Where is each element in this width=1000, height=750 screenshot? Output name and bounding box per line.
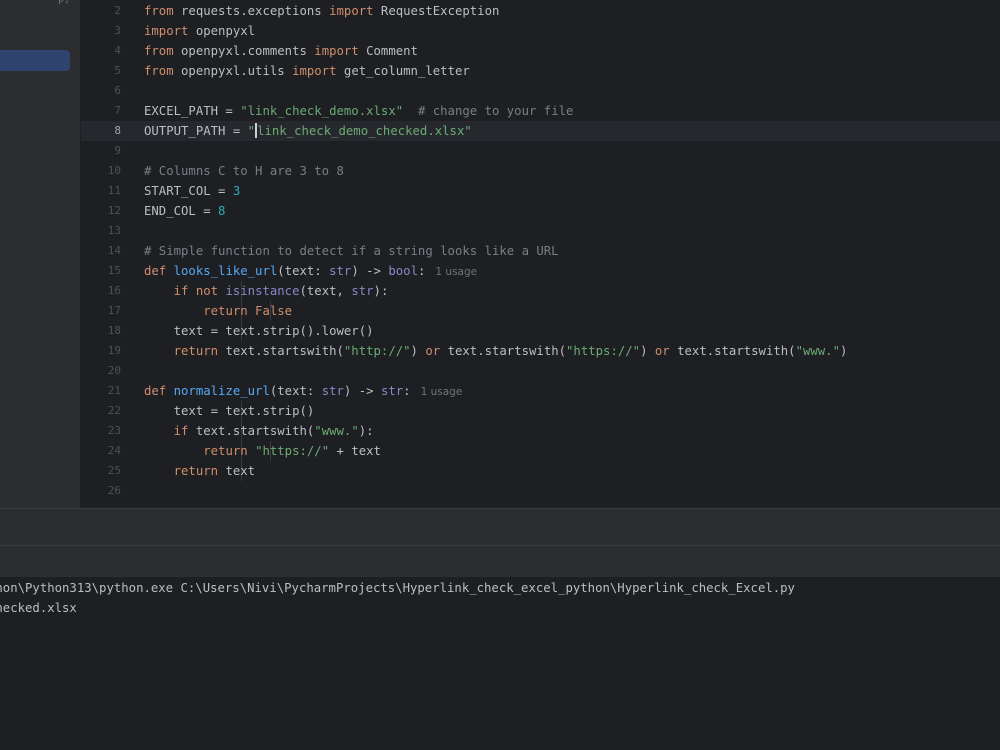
code-line[interactable]: 17 return False — [81, 301, 1000, 321]
code-line[interactable]: 15 def looks_like_url(text: str) -> bool… — [81, 261, 1000, 281]
line-number: 5 — [114, 64, 121, 77]
line-number: 3 — [114, 24, 121, 37]
code-line[interactable]: 22 text = text.strip() — [81, 401, 1000, 421]
code-line[interactable]: 20 — [81, 361, 1000, 381]
line-number: 15 — [107, 264, 121, 277]
code-line[interactable]: 25 return text — [81, 461, 1000, 481]
line-number: 10 — [107, 164, 121, 177]
line-number: 8 — [114, 124, 121, 137]
code-line[interactable]: 2 from requests.exceptions import Reques… — [81, 1, 1000, 21]
code-text: return text — [173, 464, 256, 478]
code-text: return False — [203, 304, 293, 318]
code-line[interactable]: 10 # Columns C to H are 3 to 8 — [81, 161, 1000, 181]
code-line[interactable]: 24 return "https://" + text — [81, 441, 1000, 461]
console-line: thon\Python313\python.exe C:\Users\Nivi\… — [0, 581, 795, 595]
line-number: 22 — [107, 404, 121, 417]
console-line: checked.xlsx — [0, 601, 77, 615]
code-text: OUTPUT_PATH = " link_check_demo_checked.x… — [144, 123, 472, 138]
code-editor[interactable]: 2 from requests.exceptions import Reques… — [81, 0, 1000, 508]
line-number: 14 — [107, 244, 121, 257]
code-text: from openpyxl.utils import get_column_le… — [144, 64, 470, 78]
code-text: from openpyxl.comments import Comment — [144, 44, 418, 58]
code-line[interactable]: 18 text = text.strip().lower() — [81, 321, 1000, 341]
code-text: return "https://" + text — [203, 444, 381, 458]
code-text: def normalize_url(text: str) -> str: 1 us… — [144, 384, 463, 398]
code-text: text = text.strip().lower() — [144, 324, 374, 338]
line-number: 25 — [107, 464, 121, 477]
line-number: 16 — [107, 284, 121, 297]
run-console[interactable]: thon\Python313\python.exe C:\Users\Nivi\… — [0, 577, 1000, 750]
line-number: 24 — [107, 444, 121, 457]
usage-hint[interactable]: 1 usage — [421, 386, 463, 398]
line-number: 2 — [114, 4, 121, 17]
line-number: 9 — [114, 144, 121, 157]
line-number: 21 — [107, 384, 121, 397]
code-line[interactable]: 7 EXCEL_PATH = "link_check_demo.xlsx" # … — [81, 101, 1000, 121]
code-line[interactable]: 23 if text.startswith("www."): — [81, 421, 1000, 441]
line-number: 23 — [107, 424, 121, 437]
line-number: 13 — [107, 224, 121, 237]
sidebar-selected-item[interactable] — [0, 50, 70, 71]
code-text: EXCEL_PATH = "link_check_demo.xlsx" # ch… — [144, 104, 574, 118]
sidebar-top-text: p, — [58, 0, 70, 5]
code-line[interactable]: 11 START_COL = 3 — [81, 181, 1000, 201]
code-text: text = text.strip() — [144, 404, 315, 418]
code-text: # Columns C to H are 3 to 8 — [144, 164, 344, 178]
code-line[interactable]: 13 — [81, 221, 1000, 241]
code-text: if not isinstance(text, str): — [173, 284, 389, 298]
run-panel-header — [0, 508, 1000, 546]
code-line[interactable]: 6 — [81, 81, 1000, 101]
code-text: from requests.exceptions import RequestE… — [144, 4, 500, 18]
line-number: 17 — [107, 304, 121, 317]
code-line[interactable]: 3 import openpyxl — [81, 21, 1000, 41]
line-number: 11 — [107, 184, 121, 197]
code-line[interactable]: 21 def normalize_url(text: str) -> str: 1… — [81, 381, 1000, 401]
code-line[interactable]: 9 — [81, 141, 1000, 161]
line-number: 4 — [114, 44, 121, 57]
code-text: START_COL = 3 — [144, 184, 241, 198]
code-line[interactable]: 14 # Simple function to detect if a stri… — [81, 241, 1000, 261]
code-text: import openpyxl — [144, 24, 256, 38]
line-number: 26 — [107, 484, 121, 497]
code-line[interactable]: 12 END_COL = 8 — [81, 201, 1000, 221]
code-text: def looks_like_url(text: str) -> bool: 1 … — [144, 264, 478, 278]
line-number: 6 — [114, 84, 121, 97]
code-line[interactable]: 19 return text.startswith("http://") or … — [81, 341, 1000, 361]
line-number: 20 — [107, 364, 121, 377]
text-caret — [255, 123, 258, 138]
line-number: 12 — [107, 204, 121, 217]
project-sidebar: p, — [0, 0, 81, 508]
code-line[interactable]: 5 from openpyxl.utils import get_column_… — [81, 61, 1000, 81]
line-number: 18 — [107, 324, 121, 337]
code-line-current[interactable]: 8 OUTPUT_PATH = " link_check_demo_checked… — [81, 121, 1000, 141]
code-line[interactable]: 26 — [81, 481, 1000, 501]
code-line[interactable]: 16 if not isinstance(text, str): — [81, 281, 1000, 301]
code-text: END_COL = 8 — [144, 204, 226, 218]
usage-hint[interactable]: 1 usage — [435, 266, 477, 278]
code-text: # Simple function to detect if a string … — [144, 244, 559, 258]
code-text: if text.startswith("www."): — [173, 424, 374, 438]
run-panel-toolbar — [0, 545, 1000, 578]
line-number: 19 — [107, 344, 121, 357]
code-line[interactable]: 4 from openpyxl.comments import Comment — [81, 41, 1000, 61]
line-number: 7 — [114, 104, 121, 117]
code-text: return text.startswith("http://") or tex… — [173, 344, 848, 358]
